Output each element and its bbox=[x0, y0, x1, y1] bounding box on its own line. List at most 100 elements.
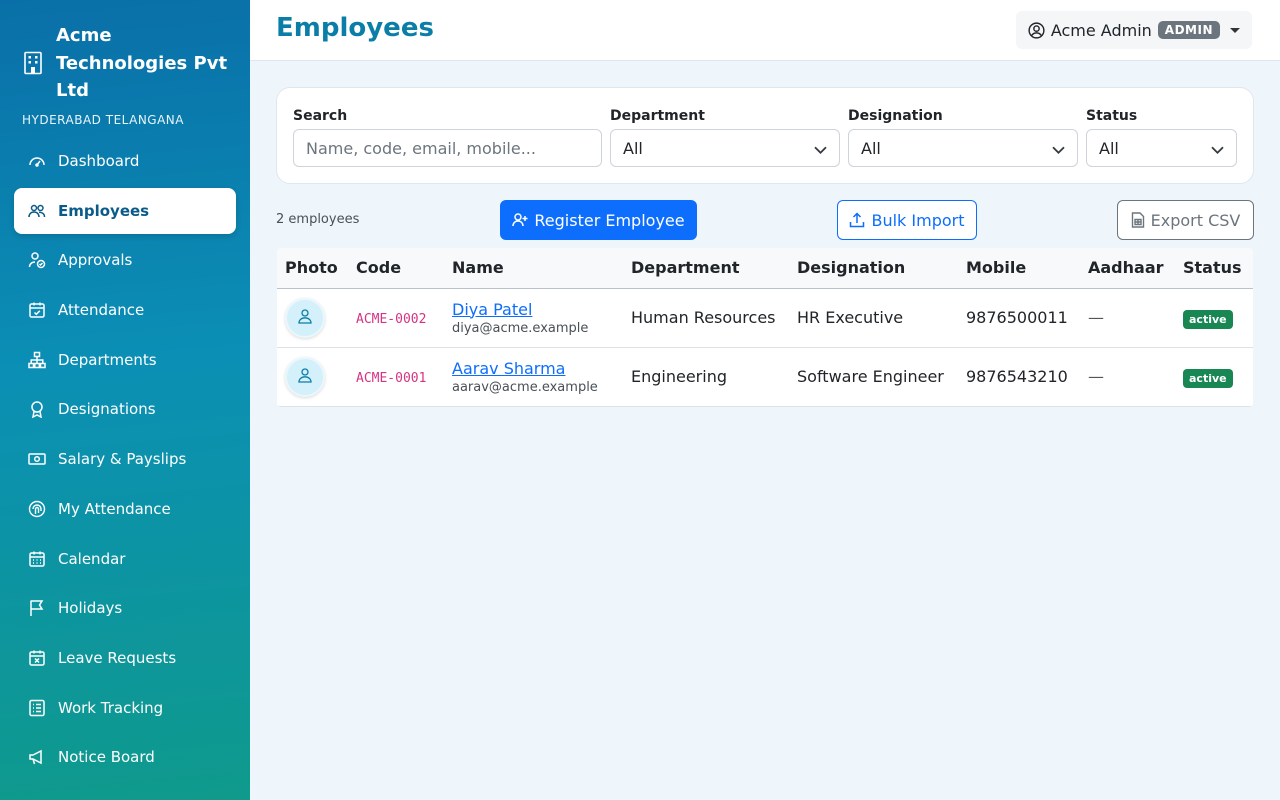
sidebar-item-leave-requests[interactable]: Leave Requests bbox=[14, 635, 236, 681]
department-group: Department All bbox=[610, 108, 840, 167]
sidebar-item-calendar[interactable]: Calendar bbox=[14, 536, 236, 582]
sidebar-item-attendance[interactable]: Attendance bbox=[14, 287, 236, 333]
designation-select-value: All bbox=[861, 138, 881, 158]
employee-email: diya@acme.example bbox=[452, 320, 589, 336]
filter-card: Search Department All Designation All St… bbox=[276, 87, 1254, 184]
brand-location: HYDERABAD TELANGANA bbox=[22, 112, 184, 127]
calendar-check-icon bbox=[28, 301, 46, 319]
column-header-aadhaar: Aadhaar bbox=[1080, 248, 1175, 289]
sidebar-item-holidays[interactable]: Holidays bbox=[14, 585, 236, 631]
user-menu-button[interactable]: Acme Admin ADMIN bbox=[1015, 11, 1252, 49]
status-select-value: All bbox=[1099, 138, 1119, 158]
list-check-icon bbox=[28, 699, 46, 717]
sidebar-item-my-attendance[interactable]: My Attendance bbox=[14, 486, 236, 532]
megaphone-icon bbox=[28, 748, 46, 766]
award-icon bbox=[28, 400, 46, 419]
sidebar-item-salary[interactable]: Salary & Payslips bbox=[14, 436, 236, 482]
sidebar-item-label: Designations bbox=[58, 400, 156, 419]
department-cell: Engineering bbox=[623, 347, 789, 407]
sidebar-item-label: Employees bbox=[58, 201, 150, 220]
sidebar-item-label: Dashboard bbox=[58, 152, 140, 170]
register-employee-label: Register Employee bbox=[534, 210, 685, 230]
status-cell: active bbox=[1175, 288, 1253, 348]
designation-cell: HR Executive bbox=[789, 288, 958, 348]
fingerprint-icon bbox=[28, 500, 46, 518]
sidebar-item-label: Departments bbox=[58, 350, 157, 369]
name-cell: Diya Patel diya@acme.example bbox=[444, 288, 623, 348]
column-header-status: Status bbox=[1175, 248, 1253, 289]
role-badge: ADMIN bbox=[1157, 21, 1220, 39]
sidebar-item-label: Attendance bbox=[58, 301, 145, 320]
sidebar-item-approvals[interactable]: Approvals bbox=[14, 237, 236, 283]
avatar bbox=[285, 356, 325, 397]
avatar bbox=[285, 297, 325, 338]
sidebar-item-notice-board[interactable]: Notice Board bbox=[14, 734, 236, 780]
person-circle-icon bbox=[1028, 21, 1045, 39]
photo-cell bbox=[277, 347, 348, 407]
status-badge: active bbox=[1183, 310, 1233, 329]
table-header-row: Photo Code Name Department Designation M… bbox=[277, 248, 1253, 289]
sidebar-item-label: Work Tracking bbox=[58, 698, 164, 717]
chevron-down-icon bbox=[1052, 139, 1065, 158]
brand: Acme Technologies Pvt Ltd HYDERABAD TELA… bbox=[22, 22, 237, 127]
column-header-photo: Photo bbox=[277, 248, 348, 289]
sidebar-nav: Dashboard Employees Approvals Attendance… bbox=[14, 138, 236, 784]
designation-select[interactable]: All bbox=[848, 129, 1078, 167]
brand-name: Acme Technologies Pvt Ltd bbox=[56, 25, 228, 101]
department-label: Department bbox=[610, 108, 705, 124]
flag-icon bbox=[28, 599, 46, 617]
register-employee-button[interactable]: Register Employee bbox=[500, 200, 697, 240]
department-cell: Human Resources bbox=[623, 288, 789, 348]
code-cell: ACME-0001 bbox=[348, 347, 444, 407]
cash-icon bbox=[28, 450, 46, 468]
search-input[interactable] bbox=[293, 129, 602, 167]
export-csv-button[interactable]: Export CSV bbox=[1117, 200, 1254, 240]
employee-count: 2 employees bbox=[276, 212, 360, 227]
file-spreadsheet-icon bbox=[1131, 212, 1145, 228]
status-cell: active bbox=[1175, 347, 1253, 407]
chevron-down-icon bbox=[814, 139, 827, 158]
department-select[interactable]: All bbox=[610, 129, 840, 167]
diagram-icon bbox=[28, 351, 46, 369]
sidebar-item-designations[interactable]: Designations bbox=[14, 386, 236, 432]
building-icon bbox=[22, 51, 44, 79]
sidebar-item-work-tracking[interactable]: Work Tracking bbox=[14, 685, 236, 731]
aadhaar-cell: — bbox=[1080, 288, 1175, 348]
column-header-designation: Designation bbox=[789, 248, 958, 289]
employee-name-link[interactable]: Diya Patel bbox=[452, 300, 615, 319]
status-group: Status All bbox=[1086, 108, 1237, 167]
employee-code: ACME-0001 bbox=[356, 371, 427, 386]
column-header-code: Code bbox=[348, 248, 444, 289]
mobile-cell: 9876500011 bbox=[958, 288, 1080, 348]
employees-table: Photo Code Name Department Designation M… bbox=[277, 248, 1253, 407]
page-title: Employees bbox=[276, 13, 434, 43]
calendar-x-icon bbox=[28, 649, 46, 667]
designation-group: Designation All bbox=[848, 108, 1078, 167]
sidebar-item-dashboard[interactable]: Dashboard bbox=[14, 138, 236, 184]
status-label: Status bbox=[1086, 108, 1138, 124]
people-icon bbox=[28, 202, 46, 220]
aadhaar-value: — bbox=[1088, 308, 1104, 327]
table-row: ACME-0001 Aarav Sharma aarav@acme.exampl… bbox=[277, 347, 1253, 407]
status-select[interactable]: All bbox=[1086, 129, 1237, 167]
speedometer-icon bbox=[28, 152, 46, 170]
bulk-import-label: Bulk Import bbox=[871, 210, 965, 230]
aadhaar-value: — bbox=[1088, 367, 1104, 386]
sidebar-item-departments[interactable]: Departments bbox=[14, 337, 236, 383]
sidebar-item-employees[interactable]: Employees bbox=[14, 187, 236, 234]
sidebar-item-label: Salary & Payslips bbox=[58, 450, 187, 469]
employee-email: aarav@acme.example bbox=[452, 379, 598, 395]
designation-cell: Software Engineer bbox=[789, 347, 958, 407]
bulk-import-button[interactable]: Bulk Import bbox=[837, 200, 977, 240]
person-plus-icon bbox=[512, 212, 528, 228]
employee-name-link[interactable]: Aarav Sharma bbox=[452, 359, 615, 378]
caret-down-icon bbox=[1230, 27, 1240, 33]
sidebar-item-label: Calendar bbox=[58, 549, 126, 568]
column-header-mobile: Mobile bbox=[958, 248, 1080, 289]
department-select-value: All bbox=[623, 138, 643, 158]
calendar-grid-icon bbox=[28, 550, 46, 568]
user-name: Acme Admin bbox=[1050, 20, 1152, 40]
sidebar-item-label: Approvals bbox=[58, 251, 133, 270]
status-badge: active bbox=[1183, 369, 1233, 388]
export-csv-label: Export CSV bbox=[1150, 210, 1241, 230]
